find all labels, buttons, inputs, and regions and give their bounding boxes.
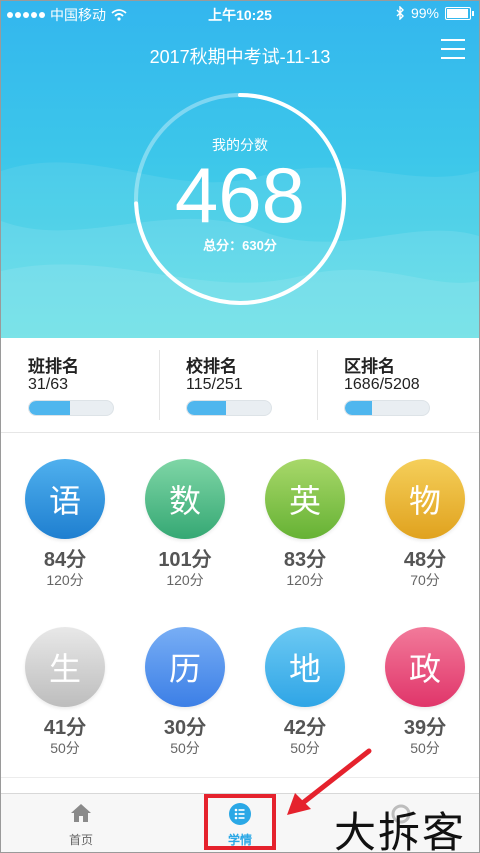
rank-class[interactable]: 班排名 31/63 xyxy=(28,338,186,432)
subject-icon-geography: 地 xyxy=(265,627,345,707)
subject-score: 101分 xyxy=(158,549,212,571)
rank-progress-bar xyxy=(186,400,272,416)
rank-value: 115/251 xyxy=(186,376,243,393)
rank-district[interactable]: 区排名 1686/5208 xyxy=(344,338,479,432)
score-header: 中国移动 上午10:25 99% 2017秋期中考试-11-13 我的分数 46… xyxy=(1,1,479,338)
subject-score: 42分 xyxy=(283,717,327,739)
subject-full-score: 50分 xyxy=(170,740,200,756)
subject-full-score: 120分 xyxy=(286,572,324,588)
subject-icon-history: 历 xyxy=(145,627,225,707)
subject-score: 39分 xyxy=(403,717,447,739)
highlight-box xyxy=(204,794,276,850)
rank-name: 班排名 xyxy=(28,357,79,376)
subject-full-score: 120分 xyxy=(166,572,204,588)
subject-score: 83分 xyxy=(283,549,327,571)
subject-icon-biology: 生 xyxy=(25,627,105,707)
subject-icon-math: 数 xyxy=(145,459,225,539)
score-total: 总分：630分 xyxy=(203,238,277,253)
subject-biology[interactable]: 生 41分 50分 xyxy=(5,627,125,757)
page-title: 2017秋期中考试-11-13 xyxy=(149,47,331,67)
tab-home[interactable]: 首页 xyxy=(33,794,129,852)
battery-percent: 99% xyxy=(410,5,439,21)
subject-full-score: 50分 xyxy=(50,740,80,756)
rank-progress-bar xyxy=(28,400,114,416)
rankings-row: 班排名 31/63 校排名 115/251 区排名 1686/5208 xyxy=(1,338,479,433)
subject-icon-english: 英 xyxy=(265,459,345,539)
subject-icon-chinese: 语 xyxy=(25,459,105,539)
rank-progress-bar xyxy=(344,400,430,416)
tab-label: 首页 xyxy=(68,833,93,847)
app-screen: 中国移动 上午10:25 99% 2017秋期中考试-11-13 我的分数 46… xyxy=(0,0,480,853)
rank-value: 31/63 xyxy=(28,376,69,393)
rank-name: 区排名 xyxy=(344,357,395,376)
divider xyxy=(1,777,479,778)
subject-score: 84分 xyxy=(43,549,87,571)
subject-icon-physics: 物 xyxy=(385,459,465,539)
subject-physics[interactable]: 物 48分 70分 xyxy=(365,459,479,589)
subject-full-score: 50分 xyxy=(410,740,440,756)
hamburger-menu-icon[interactable] xyxy=(441,39,465,59)
status-bar: 中国移动 上午10:25 99% xyxy=(1,1,479,27)
rank-name: 校排名 xyxy=(186,357,237,376)
subject-icon-politics: 政 xyxy=(385,627,465,707)
subject-full-score: 70分 xyxy=(410,572,440,588)
subject-english[interactable]: 英 83分 120分 xyxy=(245,459,365,589)
score-value: 468 xyxy=(174,151,306,239)
home-icon xyxy=(71,804,91,822)
subject-score: 48分 xyxy=(403,549,447,571)
subject-math[interactable]: 数 101分 120分 xyxy=(125,459,245,589)
subject-score: 41分 xyxy=(43,717,87,739)
subject-politics[interactable]: 政 39分 50分 xyxy=(365,627,479,757)
bluetooth-icon xyxy=(396,6,404,20)
rank-school[interactable]: 校排名 115/251 xyxy=(186,338,344,432)
divider xyxy=(159,350,160,420)
subject-chinese[interactable]: 语 84分 120分 xyxy=(5,459,125,589)
subject-history[interactable]: 历 30分 50分 xyxy=(125,627,245,757)
subject-grid: 语 84分 120分 数 101分 120分 英 83分 120分 物 48分 … xyxy=(1,433,479,793)
subject-geography[interactable]: 地 42分 50分 xyxy=(245,627,365,757)
subject-score: 30分 xyxy=(163,717,207,739)
watermark: 大拆客 xyxy=(334,808,467,853)
subject-full-score: 120分 xyxy=(46,572,84,588)
battery-icon xyxy=(445,6,474,20)
divider xyxy=(317,350,318,420)
rank-value: 1686/5208 xyxy=(344,376,420,393)
